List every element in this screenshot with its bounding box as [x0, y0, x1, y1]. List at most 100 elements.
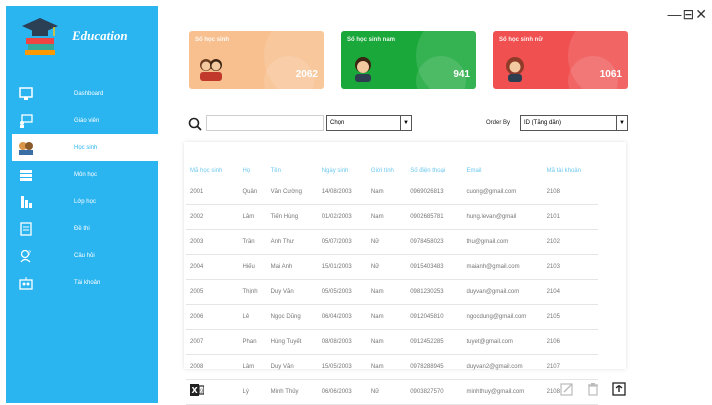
- add-icon[interactable]: [612, 382, 626, 401]
- table-cell: 05/07/2003: [317, 229, 367, 255]
- table-cell: Ngọc Dũng: [266, 304, 318, 330]
- table-cell: 2006: [186, 304, 239, 330]
- table-cell: Nữ: [366, 379, 407, 405]
- card-female-students: Số học sinh nữ 1061: [493, 31, 628, 89]
- table-cell: Nam: [366, 279, 407, 305]
- table-cell: 0915403483: [406, 254, 463, 280]
- col-header[interactable]: Email: [462, 162, 542, 180]
- table-cell: Nam: [366, 304, 407, 330]
- table-cell: Hùng Tuyết: [266, 329, 318, 355]
- table-cell: Duy Văn: [266, 279, 318, 305]
- filter-select-value: Chọn: [330, 120, 345, 126]
- table-row[interactable]: 2008 Lâm Duy Văn 15/05/2003 Nam 0978288945 duy…: [186, 354, 598, 380]
- sidebar: Education Dashboard Giáo viên Học sinh M…: [6, 6, 158, 403]
- table-cell: 01/02/2003: [317, 204, 367, 230]
- table-cell: 2102: [542, 229, 598, 255]
- col-header[interactable]: Mã học sinh: [186, 162, 239, 180]
- table-row[interactable]: 2009LýMinh Thủy06/06/2003Nữ0903827570min…: [186, 379, 598, 405]
- table-row[interactable]: 2003 Trần Anh Thư 05/07/2003 Nữ 0978458023 thu…: [186, 229, 598, 255]
- table-row[interactable]: 2005 Thịnh Duy Văn 05/05/2003 Nam 0981230253 d…: [186, 279, 598, 305]
- table-cell: 0981230253: [406, 279, 463, 305]
- table-cell: Nam: [366, 354, 407, 380]
- table-cell: Nam: [366, 329, 407, 355]
- excel-export-icon[interactable]: X: [190, 383, 205, 402]
- chevron-down-icon: ▼: [616, 116, 627, 130]
- sidebar-item-label: Câu hỏi: [74, 252, 95, 259]
- table-header-row: Mã học sinh Họ Tên Ngày sinh Giới tính S…: [186, 162, 598, 180]
- table-row[interactable]: 2007 Phan Hùng Tuyết 08/08/2003 Nam 091245228…: [186, 329, 598, 355]
- table-cell: Minh Thủy: [266, 379, 318, 405]
- table-cell: 15/05/2003: [317, 354, 367, 380]
- brand-title: Education: [72, 28, 128, 43]
- table-cell: hung.levan@gmail: [462, 204, 543, 230]
- sidebar-item-label: Môn học: [74, 171, 98, 178]
- class-icon: [18, 194, 34, 210]
- col-header[interactable]: Tên: [267, 162, 318, 180]
- table-cell: 2107: [542, 354, 598, 380]
- students-table: Mã học sinh Họ Tên Ngày sinh Giới tính S…: [186, 162, 598, 405]
- table-cell: Văn Cường: [266, 180, 318, 205]
- books-icon: [18, 167, 34, 183]
- account-icon: [18, 275, 34, 291]
- card-total-students: Số học sinh 2062: [189, 31, 324, 89]
- students-table-panel: Mã học sinh Họ Tên Ngày sinh Giới tính S…: [184, 142, 626, 405]
- col-header[interactable]: Giới tính: [367, 162, 406, 180]
- girl-avatar-icon: [501, 55, 529, 83]
- table-body: 2001 Quân Văn Cường 14/08/2003 Nam 0969026813…: [186, 180, 598, 405]
- table-cell: 2106: [542, 329, 598, 355]
- order-select-value: ID (Tăng dần): [524, 120, 562, 126]
- window-controls[interactable]: —⊟✕: [668, 6, 708, 23]
- table-cell: thu@gmail.com: [462, 229, 543, 255]
- sidebar-item-classes[interactable]: Lớp học: [6, 188, 158, 215]
- table-cell: 2104: [542, 279, 598, 305]
- card-value: 941: [453, 69, 470, 80]
- table-cell: 08/08/2003: [317, 329, 367, 355]
- sidebar-item-teachers[interactable]: Giáo viên: [6, 107, 158, 134]
- col-header[interactable]: Số điện thoại: [406, 162, 462, 180]
- table-cell: 0912045810: [406, 304, 463, 330]
- edit-icon[interactable]: [560, 382, 574, 401]
- table-row[interactable]: 2001 Quân Văn Cường 14/08/2003 Nam 0969026813…: [186, 180, 598, 205]
- col-header[interactable]: Họ: [239, 162, 267, 180]
- chevron-down-icon: ▼: [400, 116, 411, 130]
- table-row[interactable]: 2006 Lê Ngọc Dũng 06/04/2003 Nam 0912045810 ng…: [186, 304, 598, 330]
- table-row[interactable]: 2002 Lâm Tiến Hùng 01/02/2003 Nam 0902685781 h…: [186, 204, 598, 230]
- sidebar-item-subjects[interactable]: Môn học: [6, 161, 158, 188]
- sidebar-item-label: Giáo viên: [74, 117, 100, 124]
- sidebar-item-label: Dashboard: [74, 90, 104, 97]
- table-cell: duyvan2@gmail.com: [462, 354, 543, 380]
- card-title: Số học sinh nam: [347, 37, 396, 43]
- table-cell: 0978458023: [406, 229, 463, 255]
- table-cell: 2105: [542, 304, 598, 330]
- table-cell: 0912452285: [406, 329, 463, 355]
- order-select[interactable]: ID (Tăng dần) ▼: [520, 115, 628, 131]
- table-row[interactable]: 2004 Hiếu Mai Anh 15/01/2003 Nữ 0915403483 mai…: [186, 254, 598, 280]
- table-cell: 2005: [186, 279, 239, 305]
- sidebar-item-dashboard[interactable]: Dashboard: [6, 80, 158, 107]
- col-header[interactable]: Mã tài khoản: [543, 162, 598, 180]
- search-input[interactable]: [206, 115, 324, 131]
- table-cell: cuong@gmail.com: [462, 180, 543, 205]
- table-cell: Phan: [238, 329, 267, 355]
- filter-select[interactable]: Chọn ▼: [326, 115, 412, 131]
- sidebar-item-exams[interactable]: Đề thi: [6, 215, 158, 242]
- table-cell: Lê: [238, 304, 267, 330]
- search-icon[interactable]: [188, 117, 202, 136]
- card-value: 2062: [295, 69, 318, 80]
- sidebar-item-accounts[interactable]: Tài khoản: [6, 269, 158, 296]
- students-avatar-icon: [197, 55, 225, 83]
- table-cell: 2007: [186, 329, 239, 355]
- table-cell: 2002: [186, 204, 239, 230]
- table-cell: 15/01/2003: [317, 254, 367, 280]
- col-header[interactable]: Ngày sinh: [318, 162, 367, 180]
- table-cell: tuyet@gmail.com: [462, 329, 543, 355]
- sidebar-item-questions[interactable]: ? Câu hỏi: [6, 242, 158, 269]
- table-cell: 14/08/2003: [317, 180, 367, 205]
- students-icon: [18, 140, 34, 156]
- delete-icon[interactable]: [586, 382, 600, 401]
- card-title: Số học sinh: [195, 37, 230, 43]
- sidebar-item-students[interactable]: Học sinh: [12, 134, 158, 161]
- teacher-icon: [18, 113, 34, 129]
- table-cell: Nam: [366, 204, 407, 230]
- books-logo-icon: [18, 14, 62, 58]
